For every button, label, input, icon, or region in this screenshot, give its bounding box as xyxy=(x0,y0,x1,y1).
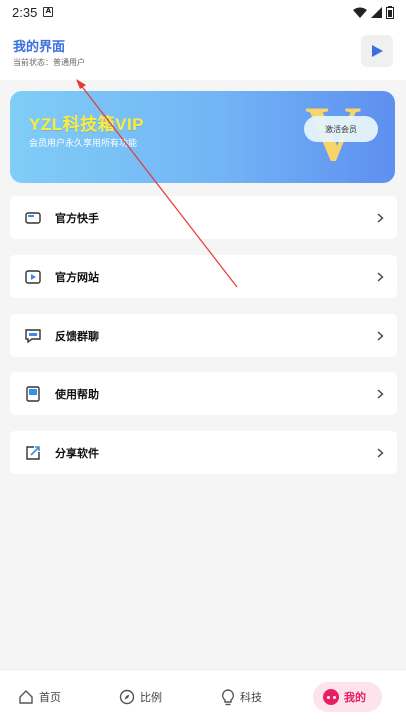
tab-label: 比例 xyxy=(140,691,162,704)
tab-label: 科技 xyxy=(240,691,262,704)
tab-home[interactable]: 首页 xyxy=(18,682,61,712)
tab-label: 首页 xyxy=(39,691,61,704)
tab-ratio[interactable]: 比例 xyxy=(119,682,162,712)
profile-icon xyxy=(323,689,339,705)
menu-label: 官方快手 xyxy=(55,211,99,225)
compass-icon xyxy=(119,689,135,705)
menu-item-kuaishou[interactable]: 官方快手 xyxy=(10,196,397,239)
tab-tech[interactable]: 科技 xyxy=(221,682,262,712)
vip-subtitle: 会员用户永久享用所有功能 xyxy=(29,139,138,149)
user-status: 当前状态：普通用户 xyxy=(13,58,85,67)
bottom-nav: 首页 比例 科技 我的 xyxy=(0,669,406,723)
menu-label: 使用帮助 xyxy=(55,387,99,401)
signal-icon xyxy=(371,6,382,18)
status-bar: 2:35 A xyxy=(0,0,406,24)
video-icon xyxy=(24,268,42,286)
play-icon xyxy=(372,45,383,57)
header: 我的界面 当前状态：普通用户 xyxy=(0,24,406,80)
chevron-right-icon xyxy=(375,212,385,223)
chevron-right-icon xyxy=(375,447,385,458)
menu-item-help[interactable]: 使用帮助 xyxy=(10,372,397,415)
battery-icon xyxy=(386,5,394,19)
page-title: 我的界面 xyxy=(13,39,66,54)
menu-label: 官方网站 xyxy=(55,270,99,284)
chevron-right-icon xyxy=(375,271,385,282)
chevron-right-icon xyxy=(375,388,385,399)
menu-item-website[interactable]: 官方网站 xyxy=(10,255,397,298)
share-icon xyxy=(24,444,42,462)
activate-vip-button[interactable]: 激活会员 xyxy=(304,116,378,142)
vip-title: YZL科技箱VIP xyxy=(29,115,145,134)
home-icon xyxy=(19,690,33,704)
play-button[interactable] xyxy=(361,35,393,67)
chevron-right-icon xyxy=(375,330,385,341)
menu-label: 反馈群聊 xyxy=(55,329,99,343)
notification-a-icon: A xyxy=(43,7,54,17)
book-icon xyxy=(24,385,42,403)
vip-banner[interactable]: V YZL科技箱VIP 会员用户永久享用所有功能 激活会员 xyxy=(10,91,395,183)
wifi-icon xyxy=(353,7,367,18)
wallet-icon xyxy=(24,209,42,227)
menu-label: 分享软件 xyxy=(55,446,99,460)
chat-icon xyxy=(24,327,42,345)
status-icons xyxy=(353,5,394,19)
bulb-icon xyxy=(221,688,235,705)
tab-mine[interactable]: 我的 xyxy=(313,682,382,712)
status-time: 2:35 xyxy=(12,4,38,20)
menu-item-share[interactable]: 分享软件 xyxy=(10,431,397,474)
tab-label: 我的 xyxy=(344,691,366,704)
menu-item-feedback[interactable]: 反馈群聊 xyxy=(10,314,397,357)
